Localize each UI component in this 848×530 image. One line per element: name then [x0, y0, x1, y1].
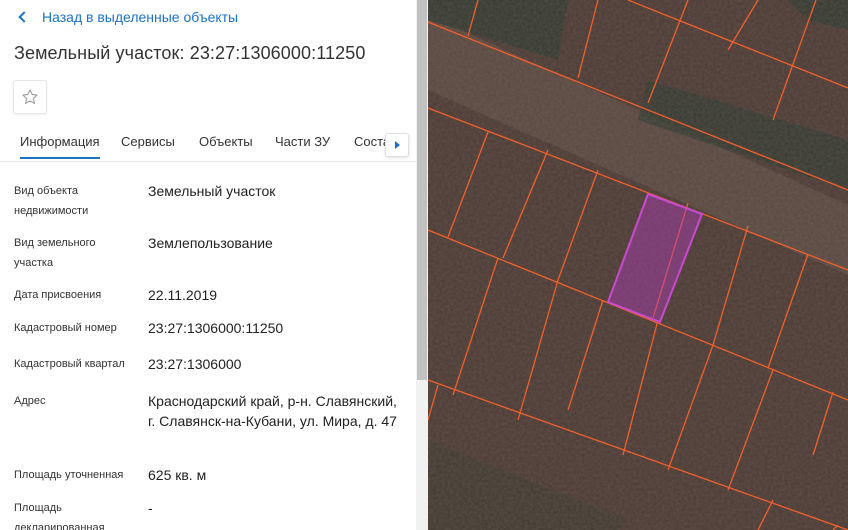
- info-label: Площадь уточненная: [14, 469, 124, 481]
- panel-scrollbar[interactable]: [416, 0, 428, 530]
- tab-information[interactable]: Информация: [20, 134, 100, 159]
- info-value: 22.11.2019: [148, 287, 218, 303]
- info-value: Землепользование: [148, 235, 273, 251]
- info-label: Вид земельного участка: [14, 237, 96, 269]
- info-value: Земельный участок: [148, 183, 276, 199]
- back-link-label: Назад в выделенные объекты: [42, 9, 239, 25]
- info-label: Адрес: [14, 395, 46, 407]
- map-canvas[interactable]: [428, 0, 848, 530]
- info-value: 625 кв. м: [148, 467, 207, 483]
- info-value: 23:27:1306000: [148, 356, 242, 372]
- back-link[interactable]: Назад в выделенные объекты: [18, 9, 238, 25]
- info-label: Площадь декларированная: [14, 502, 105, 530]
- tab-objects[interactable]: Объекты: [199, 134, 253, 149]
- info-label: Вид объекта недвижимости: [14, 185, 89, 217]
- favorite-button[interactable]: [13, 80, 47, 114]
- tab-parts[interactable]: Части ЗУ: [275, 134, 330, 149]
- object-info-panel: Назад в выделенные объекты Земельный уча…: [0, 0, 416, 530]
- cadastral-map[interactable]: [428, 0, 848, 530]
- info-label: Дата присвоения: [14, 289, 102, 301]
- tab-services[interactable]: Сервисы: [121, 134, 175, 149]
- page-title: Земельный участок: 23:27:1306000:11250: [14, 43, 366, 63]
- star-icon: [22, 89, 38, 104]
- scrollbar-thumb[interactable]: [417, 0, 427, 380]
- info-value: 23:27:1306000:11250: [148, 320, 284, 336]
- tab-bar: Информация Сервисы Объекты Части ЗУ Сост…: [0, 126, 416, 162]
- chevron-right-icon: [394, 141, 400, 149]
- info-value: -: [148, 500, 153, 516]
- info-value: Краснодарский край, р-н. Славянский, г. …: [148, 393, 397, 429]
- chevron-left-icon: [18, 11, 30, 23]
- info-label: Кадастровый номер: [14, 322, 117, 334]
- info-label: Кадастровый квартал: [14, 358, 125, 370]
- tabs-scroll-right-button[interactable]: [385, 133, 409, 157]
